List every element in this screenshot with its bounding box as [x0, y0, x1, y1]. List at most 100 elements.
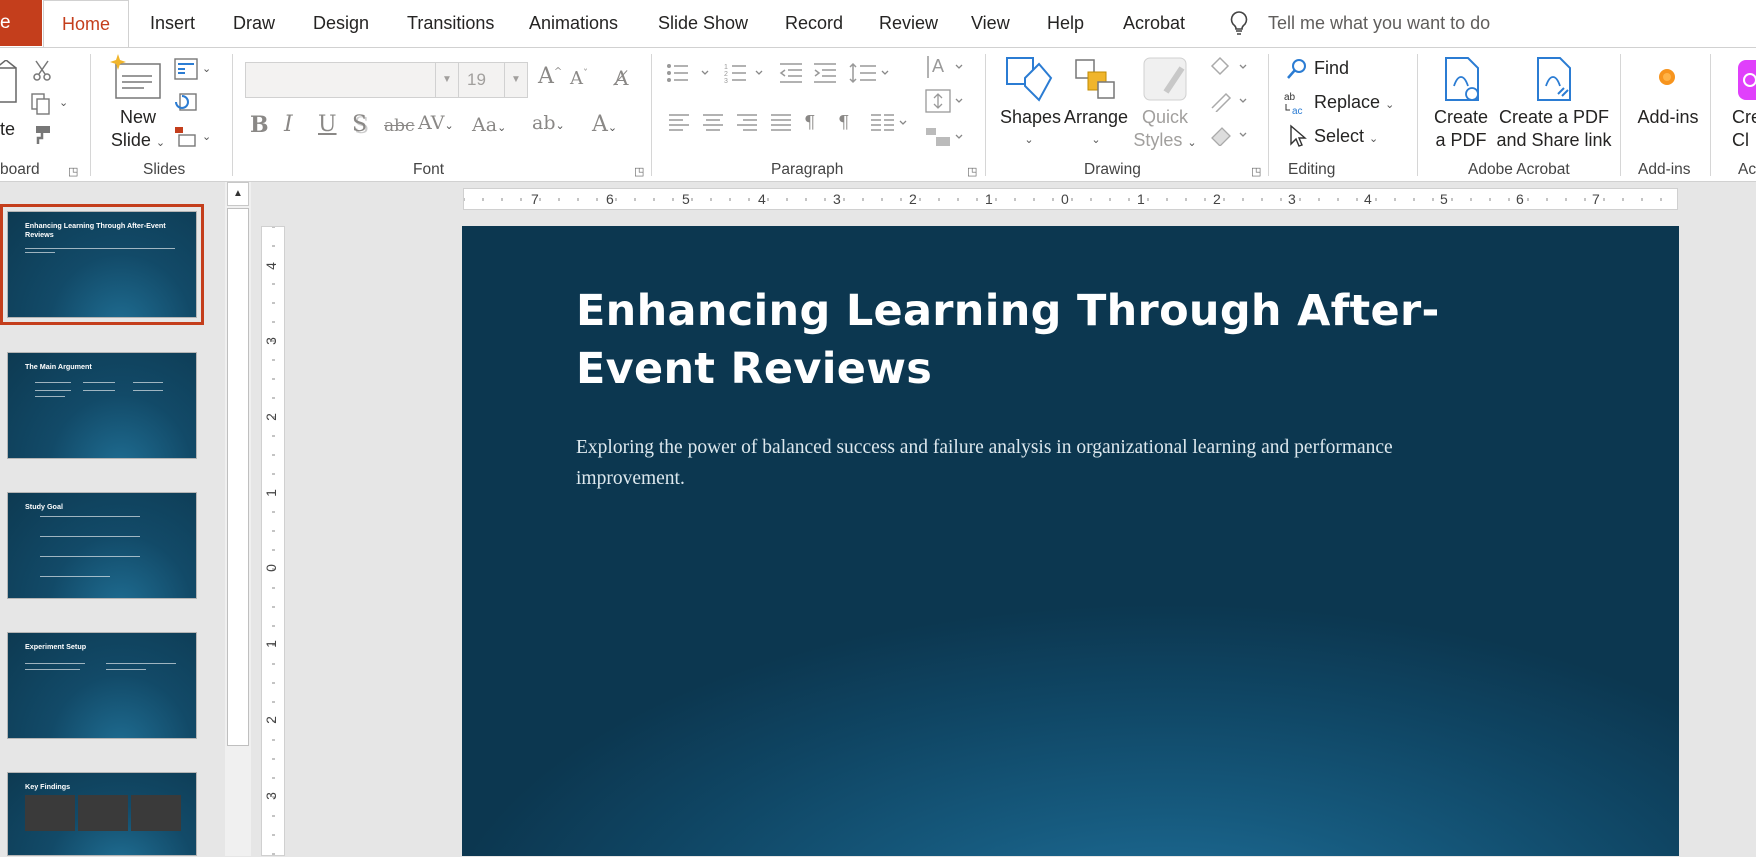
shapes-label[interactable]: Shapes ⌄: [1000, 106, 1061, 152]
copy-dropdown-icon[interactable]: ⌄: [59, 96, 68, 109]
share-pdf-label[interactable]: Create a PDF and Share link: [1492, 106, 1616, 152]
bullets-icon[interactable]: [666, 62, 710, 84]
shape-outline-icon[interactable]: [1208, 90, 1252, 112]
find-button[interactable]: Find: [1314, 58, 1349, 79]
increase-indent-icon[interactable]: [812, 62, 838, 84]
tab-insert[interactable]: Insert: [150, 0, 195, 46]
bold-icon[interactable]: B: [250, 112, 269, 138]
layout-icon[interactable]: [174, 58, 198, 80]
quick-styles-label[interactable]: Quick Styles ⌄: [1128, 106, 1202, 155]
tab-help[interactable]: Help: [1047, 0, 1084, 46]
font-launcher-icon[interactable]: ◳: [634, 166, 646, 178]
chevron-down-icon[interactable]: ▼: [435, 63, 458, 97]
align-right-icon[interactable]: [736, 112, 758, 134]
tab-record[interactable]: Record: [785, 0, 843, 46]
columns-icon[interactable]: [870, 112, 914, 134]
drawing-launcher-icon[interactable]: ◳: [1251, 166, 1263, 178]
paragraph-launcher-icon[interactable]: ◳: [967, 166, 979, 178]
thumb-card: [131, 795, 181, 831]
arrange-icon[interactable]: [1072, 56, 1118, 102]
ltr-icon[interactable]: ¶: [838, 112, 849, 133]
highlight-icon[interactable]: ab⌄: [532, 112, 565, 134]
share-pdf-icon[interactable]: [1534, 56, 1574, 102]
change-case-icon[interactable]: Aa⌄: [472, 114, 506, 136]
copy-icon[interactable]: [30, 92, 52, 116]
layout-dropdown-icon[interactable]: ⌄: [202, 62, 211, 75]
slide-thumbnail-5[interactable]: Key Findings: [7, 772, 197, 856]
paste-label[interactable]: te: [0, 118, 15, 141]
slide-subtitle[interactable]: Exploring the power of balanced success …: [576, 432, 1476, 494]
slide-thumbnail-4[interactable]: Experiment Setup: [7, 632, 197, 739]
cutoff-label[interactable]: CreCl: [1732, 106, 1756, 152]
character-spacing-icon[interactable]: AV⌄: [418, 112, 454, 134]
shapes-icon[interactable]: [1005, 56, 1053, 102]
decrease-font-size-icon[interactable]: Aˇ: [570, 68, 588, 89]
tab-design[interactable]: Design: [313, 0, 369, 46]
add-ins-label[interactable]: Add-ins: [1636, 106, 1700, 129]
justify-icon[interactable]: [770, 112, 792, 134]
tab-file[interactable]: e: [0, 0, 42, 46]
decrease-indent-icon[interactable]: [778, 62, 804, 84]
strikethrough-icon[interactable]: abc: [384, 116, 415, 136]
app-icon[interactable]: [1738, 60, 1756, 100]
replace-button[interactable]: Replace ⌄: [1314, 92, 1394, 113]
align-center-icon[interactable]: [702, 112, 724, 134]
font-name-combo[interactable]: ▼: [245, 62, 459, 98]
format-painter-icon[interactable]: [30, 124, 52, 146]
tab-view[interactable]: View: [971, 0, 1010, 46]
select-button[interactable]: Select ⌄: [1314, 126, 1378, 147]
thumb-text-line: [106, 669, 146, 671]
scroll-up-icon[interactable]: ▲: [227, 182, 249, 206]
thumbnail-scrollbar[interactable]: ▲: [225, 182, 251, 856]
numbering-icon[interactable]: 123: [724, 62, 768, 84]
quick-styles-icon[interactable]: [1142, 56, 1190, 102]
tab-acrobat[interactable]: Acrobat: [1123, 0, 1185, 46]
tell-me-search[interactable]: Tell me what you want to do: [1268, 0, 1490, 46]
select-cursor-icon[interactable]: [1288, 124, 1308, 148]
tab-animations[interactable]: Animations: [529, 0, 618, 46]
align-left-icon[interactable]: [668, 112, 690, 134]
lightbulb-icon[interactable]: [1228, 10, 1250, 36]
underline-icon[interactable]: U: [318, 112, 337, 137]
reset-icon[interactable]: [174, 92, 198, 114]
line-spacing-icon[interactable]: [848, 62, 892, 84]
font-size-combo[interactable]: 19 ▼: [458, 62, 528, 98]
italic-icon[interactable]: I: [284, 112, 293, 137]
shape-effects-icon[interactable]: [1208, 124, 1252, 146]
slide-editor[interactable]: Enhancing Learning Through After-Event R…: [462, 226, 1679, 856]
slide-thumbnail-3[interactable]: Study Goal: [7, 492, 197, 599]
new-slide-label[interactable]: New Slide ⌄: [108, 106, 168, 155]
tab-draw[interactable]: Draw: [233, 0, 275, 46]
tab-transitions[interactable]: Transitions: [407, 0, 494, 46]
slide-thumbnail-1[interactable]: Enhancing Learning Through After-Event R…: [0, 204, 204, 325]
create-pdf-label[interactable]: Create a PDF: [1426, 106, 1496, 152]
align-text-icon[interactable]: [924, 88, 968, 114]
tab-slide-show[interactable]: Slide Show: [658, 0, 748, 46]
paste-icon[interactable]: [0, 60, 22, 106]
clipboard-launcher-icon[interactable]: ◳: [68, 166, 80, 178]
smartart-icon[interactable]: [924, 124, 968, 150]
text-direction-icon[interactable]: A: [924, 54, 968, 80]
add-ins-icon[interactable]: [1656, 66, 1678, 88]
shadow-icon[interactable]: S: [352, 112, 367, 137]
new-slide-icon[interactable]: [110, 54, 162, 100]
increase-font-size-icon[interactable]: A^: [538, 64, 562, 89]
tab-review[interactable]: Review: [879, 0, 938, 46]
replace-icon[interactable]: ab ac: [1284, 90, 1310, 116]
clear-formatting-icon[interactable]: A̸: [614, 66, 628, 90]
ruler-number: 3: [833, 191, 841, 207]
create-pdf-icon[interactable]: [1442, 56, 1482, 102]
font-color-icon[interactable]: A⌄: [592, 112, 617, 137]
section-icon[interactable]: [174, 126, 198, 148]
tab-home[interactable]: Home: [43, 0, 129, 47]
slide-thumbnail-2[interactable]: The Main Argument: [7, 352, 197, 459]
cut-icon[interactable]: [30, 58, 54, 82]
chevron-down-icon[interactable]: ▼: [504, 63, 527, 97]
find-icon[interactable]: [1286, 58, 1308, 80]
slide-title[interactable]: Enhancing Learning Through After-Event R…: [576, 282, 1526, 398]
arrange-label[interactable]: Arrange ⌄: [1064, 106, 1128, 152]
scrollbar-thumb[interactable]: [227, 208, 249, 746]
rtl-icon[interactable]: ¶: [804, 112, 815, 133]
section-dropdown-icon[interactable]: ⌄: [202, 130, 211, 143]
shape-fill-icon[interactable]: [1208, 56, 1252, 78]
